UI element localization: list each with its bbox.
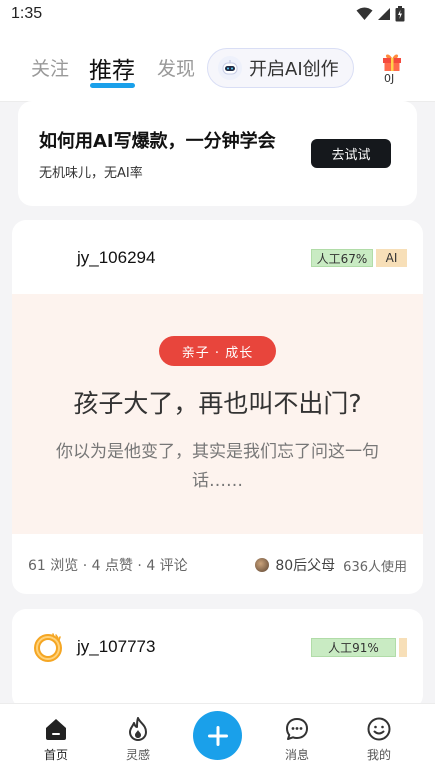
nav-inspiration-label: 灵感	[125, 748, 150, 762]
promo-card[interactable]: 如何用AI写爆款，一分钟学会 无机味儿，无AI率 去试试	[18, 101, 417, 206]
human-ratio-badge: 人工67%	[311, 249, 373, 267]
post-description: 你以为是他变了，其实是我们忘了问这一句话……	[56, 442, 379, 491]
create-post-button[interactable]	[193, 711, 242, 760]
status-time: 1:35	[11, 5, 43, 22]
human-ratio-badge: 人工91%	[311, 638, 396, 657]
message-icon	[286, 718, 308, 740]
promo-subtitle: 无机味儿，无AI率	[39, 166, 143, 181]
home-icon	[46, 719, 66, 740]
wifi-icon	[356, 7, 373, 20]
nav-home-label: 首页	[43, 748, 68, 762]
gift-icon[interactable]	[381, 50, 403, 72]
gift-count: 0J	[384, 72, 395, 85]
signal-icon	[378, 8, 390, 20]
post-stats: 61 浏览 · 4 点赞 · 4 评论	[28, 558, 188, 574]
ai-ratio-badge: AI	[376, 249, 407, 267]
post-author[interactable]: jy_106294	[77, 248, 155, 268]
battery-icon	[395, 6, 405, 22]
plus-icon	[207, 725, 228, 746]
ai-create-button[interactable]: 开启AI创作	[207, 48, 354, 88]
template-usage: 636人使用	[343, 559, 407, 575]
template-info[interactable]: 80后父母 636人使用	[255, 555, 407, 575]
tab-recommend[interactable]: 推荐	[89, 51, 135, 85]
status-bar: 1:35	[0, 0, 435, 32]
robot-icon	[218, 56, 242, 80]
nav-inspiration[interactable]: 灵感	[108, 716, 168, 763]
bottom-nav: 首页 灵感 消息 我的	[0, 703, 435, 773]
post-category-tag: 亲子 · 成长	[159, 336, 276, 366]
post-cover[interactable]: 亲子 · 成长 孩子大了，再也叫不出门? 你以为是他变了，其实是我们忘了问这一句…	[12, 294, 423, 534]
donut-avatar-icon[interactable]	[34, 632, 64, 662]
flame-icon	[129, 717, 147, 741]
ai-ratio-badge	[399, 638, 407, 657]
post-title: 孩子大了，再也叫不出门?	[73, 389, 362, 418]
smile-icon	[367, 717, 391, 741]
nav-messages[interactable]: 消息	[267, 716, 327, 763]
ai-create-label: 开启AI创作	[249, 59, 339, 80]
try-it-button[interactable]: 去试试	[311, 139, 391, 168]
post-card[interactable]: jy_106294 人工67% AI 亲子 · 成长 孩子大了，再也叫不出门? …	[12, 220, 423, 594]
post-footer: 61 浏览 · 4 点赞 · 4 评论 80后父母 636人使用	[12, 534, 423, 594]
tab-discover[interactable]: 发现	[157, 54, 195, 81]
active-tab-indicator	[90, 83, 135, 88]
nav-profile[interactable]: 我的	[349, 716, 409, 763]
nav-messages-label: 消息	[284, 748, 309, 762]
status-icons	[356, 6, 405, 22]
template-name: 80后父母	[275, 558, 336, 574]
top-nav: 关注 推荐 发现 开启AI创作 0J	[0, 32, 435, 102]
tab-follow[interactable]: 关注	[31, 54, 69, 81]
template-avatar	[255, 558, 270, 572]
post-header: jy_106294 人工67% AI	[12, 220, 423, 294]
post-author[interactable]: jy_107773	[77, 637, 155, 657]
promo-title: 如何用AI写爆款，一分钟学会	[39, 131, 276, 152]
post-card[interactable]: jy_107773 人工91%	[12, 609, 423, 709]
nav-home[interactable]: 首页	[26, 716, 86, 763]
nav-profile-label: 我的	[366, 748, 391, 762]
